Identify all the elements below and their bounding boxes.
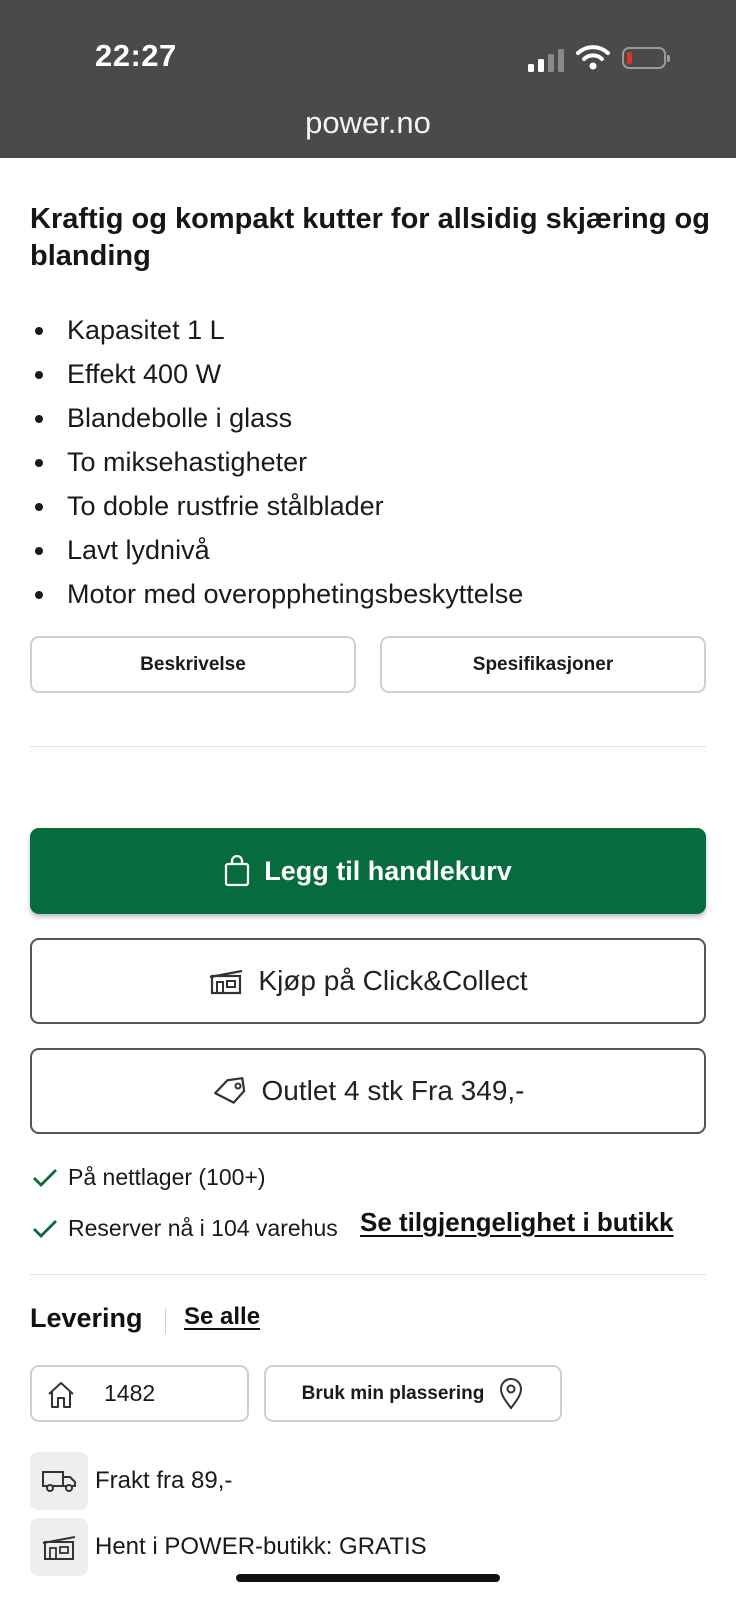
feature-item: To miksehastigheter [30,440,523,484]
feature-item: Lavt lydnivå [30,528,523,572]
store-availability-link[interactable]: Se tilgjengelighet i butikk [360,1207,674,1238]
feature-item: Effekt 400 W [30,352,523,396]
postal-code-value: 1482 [104,1380,156,1406]
click-collect-label: Kjøp på Click&Collect [258,965,528,996]
feature-item: Motor med overopphetingsbeskyttelse [30,572,523,616]
heading-separator [165,1308,166,1334]
store-icon [208,967,244,995]
location-pin-icon [498,1377,524,1410]
feature-item: To doble rustfrie stålblader [30,484,523,528]
add-to-cart-button[interactable]: Legg til handlekurv [30,828,706,914]
store-pickup-icon [30,1518,88,1576]
online-stock-status: På nettlager (100+) [30,1164,266,1191]
product-title: Kraftig og kompakt kutter for allsidig s… [30,203,710,272]
outlet-label: Outlet 4 stk Fra 349,- [261,1075,525,1106]
reserve-text: Reserver nå i 104 varehus [68,1215,338,1241]
price-tag-icon [212,1076,248,1106]
see-all-link[interactable]: Se alle [184,1303,260,1331]
outlet-button[interactable]: Outlet 4 stk Fra 349,- [30,1048,706,1134]
shopping-bag-icon [224,855,250,887]
shipping-price: Frakt fra 89,- [95,1467,233,1494]
home-icon [48,1382,74,1408]
store-pickup-text: Hent i POWER-butikk: GRATIS [95,1533,427,1560]
delivery-heading: Levering [30,1303,143,1333]
reserve-status: Reserver nå i 104 varehus [30,1215,338,1242]
specifications-button[interactable]: Spesifikasjoner [380,636,706,693]
address-bar-url[interactable]: power.no [0,105,736,141]
postal-code-input[interactable]: 1482 [30,1365,249,1422]
wifi-icon [576,45,610,70]
battery-icon [622,47,670,69]
clock-time: 22:27 [95,38,177,73]
cellular-signal-icon [528,48,564,72]
section-divider [30,1274,706,1275]
check-icon [33,1219,57,1238]
feature-list: Kapasitet 1 L Effekt 400 W Blandebolle i… [30,308,523,616]
online-stock-text: På nettlager (100+) [68,1164,266,1190]
browser-status-bar: 22:27 power.no [0,0,736,158]
feature-item: Kapasitet 1 L [30,308,523,352]
section-divider [30,746,706,747]
add-to-cart-label: Legg til handlekurv [264,855,512,886]
use-location-label: Bruk min plassering [301,1382,485,1404]
use-location-button[interactable]: Bruk min plassering [264,1365,562,1422]
delivery-truck-icon [30,1452,88,1510]
click-collect-button[interactable]: Kjøp på Click&Collect [30,938,706,1024]
home-indicator[interactable] [236,1574,500,1582]
feature-item: Blandebolle i glass [30,396,523,440]
check-icon [33,1168,57,1187]
description-button[interactable]: Beskrivelse [30,636,356,693]
